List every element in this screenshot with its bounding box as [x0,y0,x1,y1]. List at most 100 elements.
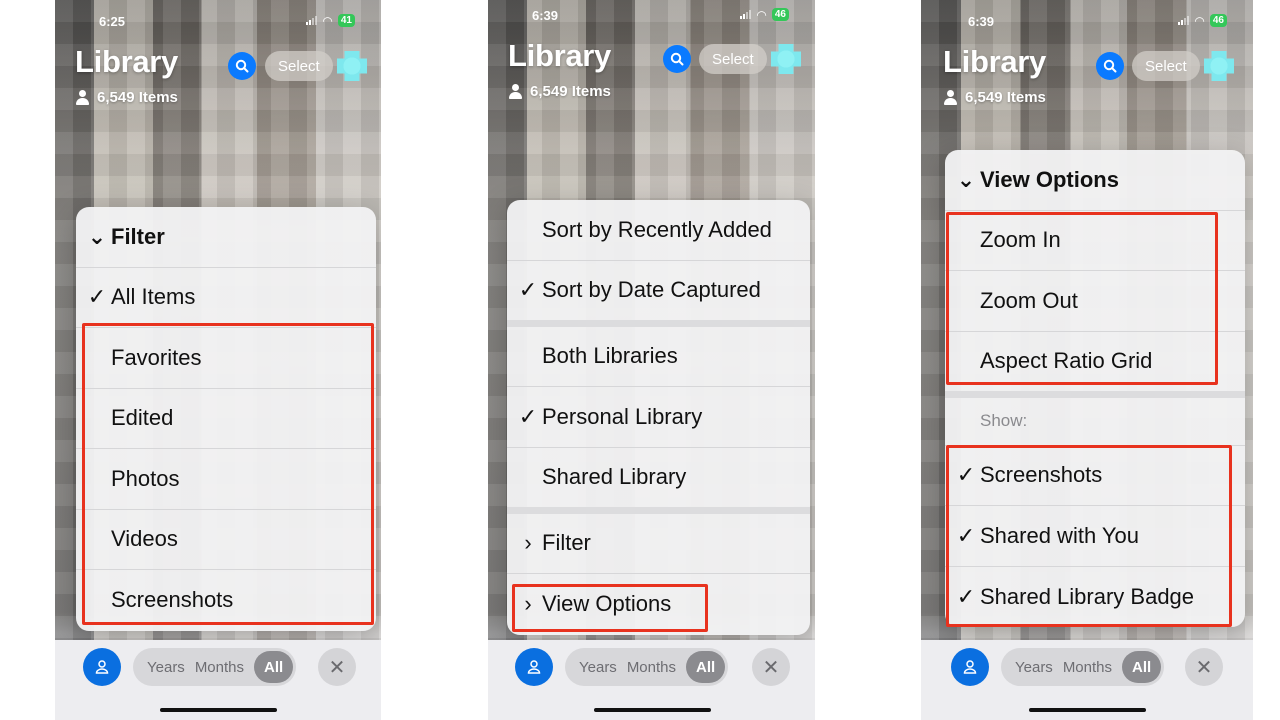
close-button[interactable]: ✕ [318,648,356,686]
status-time: 6:39 [968,14,995,29]
item-count: 6,549 Items [508,83,611,100]
menu-item-favorites[interactable]: Favorites [76,328,376,389]
checkmark-icon: ✓ [956,583,976,609]
search-icon [1103,59,1117,73]
segment-years[interactable]: Years [1015,659,1053,676]
segment-months[interactable]: Months [195,659,244,676]
time-scale-segmented-control: Years Months All [565,648,729,686]
cellular-signal-icon [306,16,318,25]
home-indicator[interactable] [160,708,277,712]
show-section-label: Show: [945,398,1245,446]
menu-item-aspect-ratio-grid[interactable]: Aspect Ratio Grid [945,332,1245,398]
chevron-down-icon: ⌄ [87,223,107,249]
person-icon [527,660,541,674]
menu-header-view-options[interactable]: ⌄ View Options [945,150,1245,211]
account-avatar[interactable] [771,44,801,74]
person-icon [75,90,90,105]
menu-item-videos[interactable]: Videos [76,510,376,570]
checkmark-icon: ✓ [956,522,976,548]
wifi-icon: ◠ [1194,13,1205,28]
menu-item-shared-library[interactable]: Shared Library [507,448,810,514]
chevron-down-icon: ⌄ [956,166,976,192]
select-button[interactable]: Select [265,51,333,81]
menu-item-zoom-out[interactable]: Zoom Out [945,271,1245,332]
status-icons: ◠ 46 [740,8,789,21]
phone-screen-view-options: 6:39 ◠ 46 Library 6,549 Items Select ⌄ Vi… [921,0,1253,720]
profile-button[interactable] [951,648,989,686]
menu-item-zoom-in[interactable]: Zoom In [945,211,1245,271]
search-icon [670,52,684,66]
menu-item-sort-recently-added[interactable]: Sort by Recently Added [507,200,810,261]
segment-years[interactable]: Years [579,659,617,676]
menu-item-screenshots[interactable]: Screenshots [76,570,376,631]
menu-item-show-shared-library-badge[interactable]: ✓ Shared Library Badge [945,567,1245,628]
menu-item-all-items[interactable]: ✓ All Items [76,268,376,328]
home-indicator[interactable] [1029,708,1146,712]
segment-all[interactable]: All [686,651,726,683]
account-avatar[interactable] [337,51,367,81]
item-count-label: 6,549 Items [965,89,1046,106]
menu-item-photos[interactable]: Photos [76,449,376,510]
status-icons: ◠ 46 [1178,14,1227,27]
view-options-menu: ⌄ View Options Zoom In Zoom Out Aspect Ra… [945,150,1245,627]
menu-item-edited[interactable]: Edited [76,389,376,449]
menu-item-show-shared-with-you[interactable]: ✓ Shared with You [945,506,1245,567]
bottom-toolbar: Years Months All ✕ [488,640,815,720]
page-title: Library [75,44,178,79]
chevron-right-icon: › [524,591,532,617]
battery-icon: 46 [1209,14,1227,27]
phone-screen-filter: 6:25 ◠ 41 Library 6,549 Items Select ⌄ Fi… [55,0,381,720]
person-icon [95,660,109,674]
select-button[interactable]: Select [1132,51,1200,81]
profile-button[interactable] [83,648,121,686]
segment-months[interactable]: Months [1063,659,1112,676]
menu-header-filter[interactable]: ⌄ Filter [76,207,376,268]
person-icon [963,660,977,674]
status-time: 6:25 [99,14,126,29]
phone-screen-library-menu: 6:39 ◠ 46 Library 6,549 Items Select Sor… [488,0,815,720]
menu-item-show-screenshots[interactable]: ✓ Screenshots [945,446,1245,506]
home-indicator[interactable] [593,708,711,712]
wifi-icon: ◠ [756,7,767,22]
item-count: 6,549 Items [75,89,178,106]
status-icons: ◠ 41 [306,14,355,27]
page-title: Library [943,44,1046,79]
menu-item-sort-date-captured[interactable]: ✓ Sort by Date Captured [507,261,810,327]
close-icon: ✕ [762,656,780,679]
time-scale-segmented-control: Years Months All [133,648,297,686]
checkmark-icon: ✓ [518,277,538,302]
menu-item-view-options[interactable]: › View Options [507,574,810,635]
search-button[interactable] [1096,52,1124,80]
menu-item-personal-library[interactable]: ✓ Personal Library [507,387,810,448]
menu-item-filter[interactable]: › Filter [507,514,810,574]
segment-years[interactable]: Years [147,659,185,676]
bottom-toolbar: Years Months All ✕ [55,640,381,720]
close-icon: ✕ [328,656,346,679]
cellular-signal-icon [1178,16,1190,25]
person-icon [508,84,523,99]
checkmark-icon: ✓ [87,284,107,310]
account-avatar[interactable] [1204,51,1234,81]
search-button[interactable] [228,52,256,80]
person-icon [943,90,958,105]
item-count: 6,549 Items [943,89,1046,106]
close-icon: ✕ [1195,656,1213,679]
cellular-signal-icon [740,10,752,19]
menu-item-both-libraries[interactable]: Both Libraries [507,327,810,387]
time-scale-segmented-control: Years Months All [1001,648,1165,686]
battery-icon: 46 [771,8,789,21]
status-time: 6:39 [532,8,559,23]
segment-all[interactable]: All [254,651,294,683]
library-options-menu: Sort by Recently Added ✓ Sort by Date Cap… [507,200,810,635]
checkmark-icon: ✓ [956,462,976,488]
close-button[interactable]: ✕ [1185,648,1223,686]
search-icon [235,59,249,73]
profile-button[interactable] [515,648,553,686]
chevron-right-icon: › [524,530,532,556]
checkmark-icon: ✓ [518,403,538,429]
close-button[interactable]: ✕ [752,648,790,686]
segment-months[interactable]: Months [627,659,676,676]
segment-all[interactable]: All [1122,651,1162,683]
select-button[interactable]: Select [699,44,767,74]
search-button[interactable] [663,45,691,73]
